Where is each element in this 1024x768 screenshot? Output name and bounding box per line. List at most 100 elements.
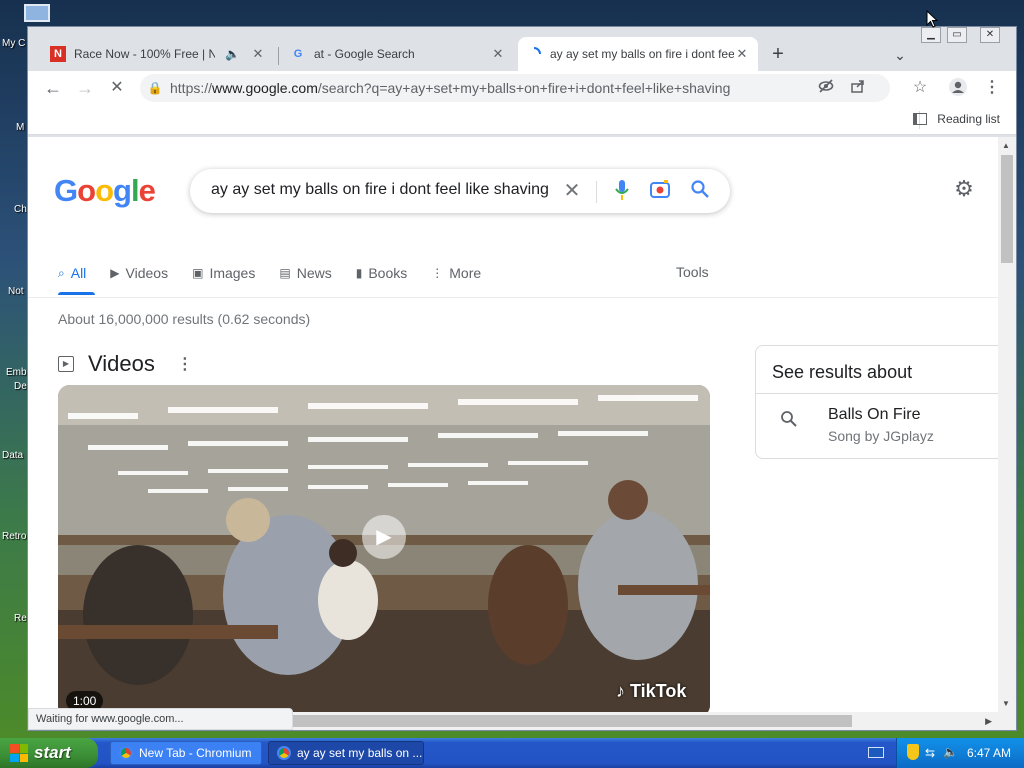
google-logo[interactable]: Google	[54, 173, 156, 209]
reading-list-label: Reading list	[937, 112, 1000, 126]
play-icon[interactable]: ▶	[362, 515, 406, 559]
video-icon: ▶	[58, 356, 74, 372]
status-bubble: Waiting for www.google.com...	[28, 708, 293, 730]
tab-more[interactable]: ⋮ More	[431, 261, 481, 285]
tab-close-icon[interactable]: ✕	[250, 46, 266, 62]
menu-icon[interactable]: ⋮	[982, 78, 1002, 98]
tab-title: ay ay set my balls on fire i dont feel	[550, 47, 734, 61]
security-shield-icon[interactable]	[907, 744, 919, 760]
videos-heading: Videos	[88, 351, 155, 376]
divider	[596, 181, 597, 203]
more-options-icon[interactable]: ⋮	[177, 354, 193, 374]
desktop-icon-label[interactable]: Not	[8, 286, 24, 297]
speaker-icon[interactable]: 🔈	[225, 47, 240, 61]
scroll-up-arrow-icon[interactable]: ▲	[1002, 141, 1010, 150]
computer-icon	[24, 4, 50, 22]
video-icon: ▶	[110, 266, 120, 280]
result-stats: About 16,000,000 results (0.62 seconds)	[58, 311, 311, 327]
search-box[interactable]: ay ay set my balls on fire i dont feel l…	[190, 169, 730, 213]
videos-section-header: ▶ Videos ⋮	[58, 351, 193, 377]
search-icon[interactable]	[688, 179, 712, 203]
share-icon[interactable]	[848, 78, 868, 98]
clear-icon[interactable]: ✕	[560, 179, 584, 203]
video-thumbnail[interactable]: ▶ 1:00 ♪ TikTok	[58, 385, 710, 712]
vertical-scrollbar[interactable]: ▲ ▼	[998, 137, 1016, 712]
tab-strip: N Race Now - 100% Free | Nitro 🔈 ✕ G at …	[28, 35, 1016, 71]
scroll-down-arrow-icon[interactable]: ▼	[1002, 699, 1010, 708]
settings-gear-icon[interactable]: ⚙	[952, 177, 976, 201]
chromium-icon	[277, 746, 291, 760]
tab-news[interactable]: ▤ News	[279, 261, 331, 285]
tab-active-search[interactable]: ay ay set my balls on fire i dont feel ✕	[518, 37, 758, 71]
knowledge-panel: See results about Balls On Fire Song by …	[755, 345, 998, 459]
reading-list-button[interactable]: Reading list	[913, 112, 1000, 126]
tab-title: Race Now - 100% Free | Nitro	[74, 47, 216, 61]
chromium-icon	[119, 746, 133, 760]
camera-lens-icon[interactable]	[648, 179, 672, 203]
address-bar[interactable]: 🔒 https://www.google.com/search?q=ay+ay+…	[140, 74, 890, 102]
mouse-cursor-icon	[926, 9, 939, 33]
panel-title: See results about	[772, 362, 913, 382]
desktop-icon-label[interactable]: Re	[14, 613, 27, 624]
network-icon[interactable]: ⇆	[925, 746, 935, 760]
scrollbar-thumb[interactable]	[292, 715, 852, 727]
entity-description: Song by JGplayz	[828, 428, 934, 444]
book-icon: ▮	[355, 266, 363, 280]
scroll-right-arrow-icon[interactable]: ▶	[985, 716, 992, 727]
desktop-icon-label[interactable]: Ch	[14, 204, 27, 215]
start-label: start	[34, 743, 71, 762]
entity-link[interactable]: Balls On Fire	[828, 406, 920, 424]
windows-logo-icon	[10, 744, 28, 762]
scrollbar-thumb[interactable]	[1001, 155, 1013, 263]
desktop-icon-label[interactable]: Retro	[2, 531, 26, 542]
tab-close-icon[interactable]: ✕	[734, 46, 750, 62]
keyboard-icon[interactable]	[868, 747, 884, 758]
volume-icon[interactable]: 🔈	[943, 745, 958, 759]
profile-icon[interactable]	[948, 77, 968, 97]
url-text[interactable]: https://www.google.com/search?q=ay+ay+se…	[170, 80, 760, 96]
active-tab-indicator	[58, 292, 95, 295]
forward-button[interactable]: →	[72, 75, 98, 101]
tab-search-button[interactable]: ⌄	[888, 43, 912, 67]
divider	[756, 393, 998, 394]
star-icon[interactable]: ☆	[910, 78, 930, 98]
desktop-icon-label[interactable]: De	[14, 381, 27, 392]
reading-list-icon	[913, 113, 928, 125]
taskbar-button-label: New Tab - Chromium	[139, 746, 252, 760]
tab-google-search-at[interactable]: G at - Google Search ✕	[282, 37, 514, 71]
search-icon: ⌕	[58, 265, 65, 280]
tools-button[interactable]: Tools	[676, 264, 709, 280]
eye-off-icon[interactable]	[816, 78, 836, 98]
more-dots-icon: ⋮	[431, 266, 444, 280]
microphone-icon[interactable]	[610, 179, 634, 203]
tab-race-now[interactable]: N Race Now - 100% Free | Nitro 🔈 ✕	[42, 37, 274, 71]
tab-videos[interactable]: ▶ Videos	[110, 261, 168, 285]
tab-separator	[278, 47, 279, 65]
taskbar-button-label: ay ay set my balls on ...	[297, 746, 423, 760]
desktop-icon-label[interactable]: Emb	[6, 367, 27, 378]
search-input[interactable]: ay ay set my balls on fire i dont feel l…	[211, 181, 549, 199]
browser-window: ▁ ▭ ✕ N Race Now - 100% Free | Nitro 🔈 ✕…	[27, 26, 1017, 731]
start-button[interactable]: start	[0, 738, 98, 768]
loading-spinner-icon	[526, 46, 542, 62]
desktop-icon-label[interactable]: M	[16, 122, 24, 133]
search-tabs: ⌕ All ▶ Videos ▣ Images ▤ News ▮ Books ⋮ More	[58, 261, 505, 297]
tab-close-icon[interactable]: ✕	[490, 46, 506, 62]
back-button[interactable]: ←	[40, 75, 66, 101]
stop-loading-button[interactable]: ✕	[104, 75, 130, 101]
tab-all[interactable]: ⌕ All	[58, 261, 86, 285]
tab-books[interactable]: ▮ Books	[356, 261, 408, 285]
news-icon: ▤	[279, 266, 291, 280]
lock-icon[interactable]: 🔒	[140, 81, 170, 95]
new-tab-button[interactable]: +	[766, 43, 790, 67]
page-content: Google ay ay set my balls on fire i dont…	[28, 137, 998, 712]
taskbar-button-active[interactable]: ay ay set my balls on ...	[268, 741, 424, 765]
system-tray: ⇆ 🔈 6:47 AM	[896, 738, 1024, 768]
tab-images[interactable]: ▣ Images	[192, 261, 255, 285]
taskbar-button-new-tab[interactable]: New Tab - Chromium	[110, 741, 262, 765]
image-icon: ▣	[192, 266, 204, 280]
desktop-icon-label[interactable]: My C	[2, 38, 25, 49]
tab-title: at - Google Search	[314, 47, 415, 61]
desktop-icon-label[interactable]: Data	[2, 450, 23, 461]
browser-toolbar: ← → ✕ 🔒 https://www.google.com/search?q=…	[28, 71, 1016, 105]
